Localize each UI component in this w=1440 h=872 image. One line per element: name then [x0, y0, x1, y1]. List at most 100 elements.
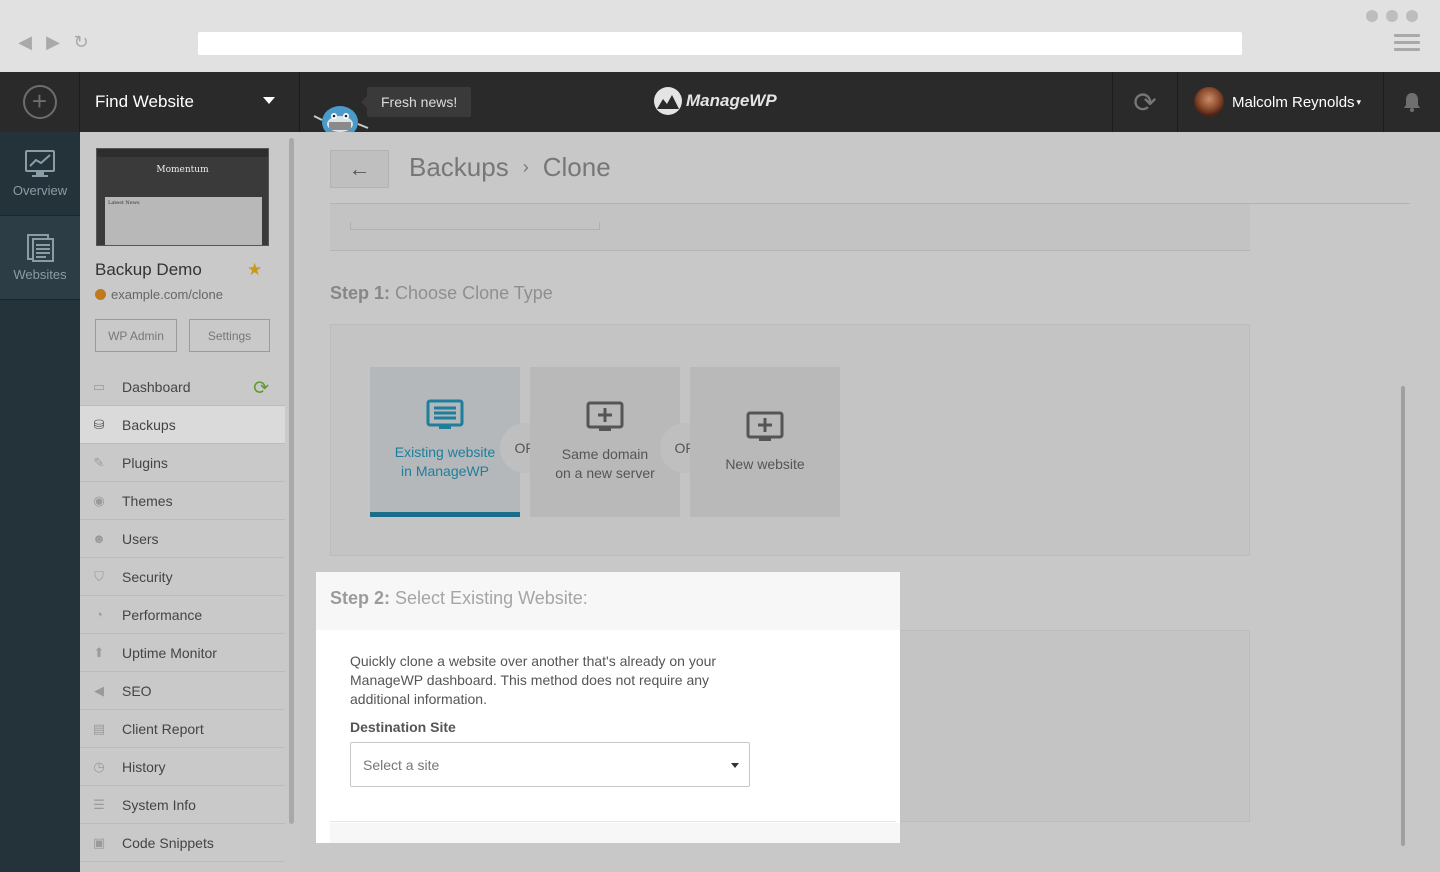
bell-icon — [1404, 93, 1420, 112]
managewp-logo-icon — [654, 87, 682, 115]
menu-label: Performance — [122, 606, 203, 623]
rail-item-overview[interactable]: Overview — [0, 132, 80, 216]
plus-circle-icon: + — [22, 85, 57, 119]
site-thumbnail[interactable]: Momentum Latest News — [96, 148, 269, 246]
list-monitor-icon — [426, 399, 464, 429]
thumbnail-title: Momentum — [156, 165, 209, 175]
clock-icon: ◷ — [93, 758, 105, 774]
option-same-domain[interactable]: Same domain on a new server — [530, 367, 680, 517]
server-icon: ☰ — [93, 796, 105, 812]
favorite-star-icon[interactable]: ★ — [247, 260, 262, 280]
menu-label: Uptime Monitor — [122, 644, 217, 661]
sidebar-item-performance[interactable]: ◔ Performance — [80, 596, 285, 634]
wp-admin-button[interactable]: WP Admin — [95, 319, 177, 352]
back-arrow-icon[interactable]: ◀ — [16, 32, 34, 53]
main-scrollbar[interactable] — [1401, 386, 1405, 846]
thumbnail-body: Latest News — [105, 197, 262, 245]
sidebar-item-plugins[interactable]: ✎ Plugins — [80, 444, 285, 482]
destination-site-label: Destination Site — [350, 719, 456, 735]
step2-heading: Step 2: Select Existing Website: — [316, 572, 900, 630]
sidebar-item-system-info[interactable]: ☰ System Info — [80, 786, 285, 824]
sidebar-item-seo[interactable]: ◀ SEO — [80, 672, 285, 710]
rail-label: Overview — [12, 183, 68, 198]
add-website-button[interactable]: + — [0, 72, 80, 132]
breadcrumb-parent[interactable]: Backups — [409, 152, 509, 183]
forward-arrow-icon[interactable]: ▶ — [44, 32, 62, 53]
caret-down-icon — [731, 763, 739, 768]
sidebar-item-themes[interactable]: ◉ Themes — [80, 482, 285, 520]
monitor-plus-icon — [746, 411, 784, 441]
refresh-icon[interactable]: ⟳ — [253, 377, 269, 400]
megaphone-icon: ◀ — [94, 682, 104, 698]
option-line1: New website — [725, 455, 805, 472]
site-url-text: example.com/clone — [111, 287, 223, 302]
logo-text: ManageWP — [686, 91, 777, 110]
sidebar-item-client-report[interactable]: ▤ Client Report — [80, 710, 285, 748]
previous-card-inner — [350, 222, 600, 230]
main-rail: Overview Websites — [0, 132, 80, 872]
destination-site-select[interactable]: Select a site — [350, 742, 750, 787]
rail-label: Websites — [13, 267, 67, 282]
site-url[interactable]: example.com/clone — [95, 287, 223, 302]
sync-button[interactable]: ⟳ — [1112, 72, 1178, 132]
avatar — [1194, 87, 1224, 117]
site-name: Backup Demo — [95, 260, 202, 279]
caret-down-icon — [263, 97, 275, 104]
arrow-up-icon: ⬆ — [93, 644, 105, 660]
user-menu[interactable]: Malcolm Reynolds ▾ — [1178, 72, 1384, 132]
menu-label: History — [122, 758, 166, 775]
menu-label: Dashboard — [122, 378, 191, 395]
rail-item-websites[interactable]: Websites — [0, 216, 80, 300]
globe-icon — [95, 289, 106, 300]
sidebar-item-users[interactable]: ☻ Users — [80, 520, 285, 558]
sidebar-item-backups[interactable]: ⛁ Backups — [80, 406, 285, 444]
clone-type-card: Existing website in ManageWP OR Same dom… — [330, 324, 1250, 556]
browser-menu-icon[interactable] — [1394, 34, 1420, 55]
fresh-news-bubble[interactable]: Fresh news! — [360, 87, 472, 117]
sidebar-item-uptime-monitor[interactable]: ⬆ Uptime Monitor — [80, 634, 285, 672]
sidebar-item-history[interactable]: ◷ History — [80, 748, 285, 786]
thumbnail-news: Latest News — [108, 200, 140, 206]
step2-title: Select Existing Website: — [395, 588, 588, 608]
sidebar-item-code-snippets[interactable]: ▣ Code Snippets — [80, 824, 285, 862]
app-topbar: + Find Website Fresh news! ManageWP ⟳ Ma… — [0, 72, 1440, 132]
option-line1: Existing website — [394, 443, 496, 460]
caret-down-icon: ▾ — [1356, 96, 1362, 107]
thumbnail-nav — [97, 149, 268, 157]
window-dots-icon — [1366, 10, 1418, 22]
find-website-dropdown[interactable]: Find Website — [80, 72, 300, 132]
site-sidebar: Momentum Latest News Backup Demo ★ examp… — [80, 132, 300, 872]
step2-panel: Step 2: Select Existing Website: Quickly… — [316, 572, 900, 843]
managewp-logo[interactable]: ManageWP — [654, 86, 777, 116]
menu-label: Backups — [122, 416, 176, 433]
menu-label: Plugins — [122, 454, 168, 471]
address-bar[interactable] — [198, 32, 1242, 55]
sidebar-item-security[interactable]: ⛉ Security — [80, 558, 285, 596]
menu-label: SEO — [122, 682, 152, 699]
chart-monitor-icon — [25, 150, 55, 177]
notifications-button[interactable] — [1384, 72, 1440, 132]
back-button[interactable]: ← — [330, 150, 389, 188]
sync-icon: ⟳ — [1133, 86, 1157, 118]
breadcrumb: Backups › Clone — [409, 152, 611, 183]
fresh-news-label: Fresh news! — [381, 94, 458, 110]
select-placeholder: Select a site — [363, 756, 440, 773]
find-website-label: Find Website — [95, 92, 194, 111]
backup-icon: ⛁ — [93, 416, 105, 432]
settings-button[interactable]: Settings — [189, 319, 270, 352]
breadcrumb-current: Clone — [542, 152, 611, 182]
monitor-icon: ▭ — [92, 378, 106, 394]
option-existing-website[interactable]: Existing website in ManageWP — [370, 367, 520, 517]
menu-label: Code Snippets — [122, 834, 214, 851]
reload-icon[interactable]: ↻ — [72, 32, 90, 53]
gauge-icon: ◔ — [95, 607, 103, 622]
browser-nav: ◀ ▶ ↻ — [16, 32, 90, 53]
option-line1: Same domain — [561, 446, 649, 462]
step2-footer — [330, 823, 900, 843]
breadcrumb-separator: › — [522, 157, 529, 177]
sidebar-scrollbar[interactable] — [289, 138, 294, 824]
browser-chrome: ◀ ▶ ↻ — [0, 0, 1440, 72]
option-new-website[interactable]: New website — [690, 367, 840, 517]
sidebar-item-dashboard[interactable]: ▭ Dashboard ⟳ — [80, 368, 285, 406]
plug-icon: ✎ — [93, 454, 105, 470]
